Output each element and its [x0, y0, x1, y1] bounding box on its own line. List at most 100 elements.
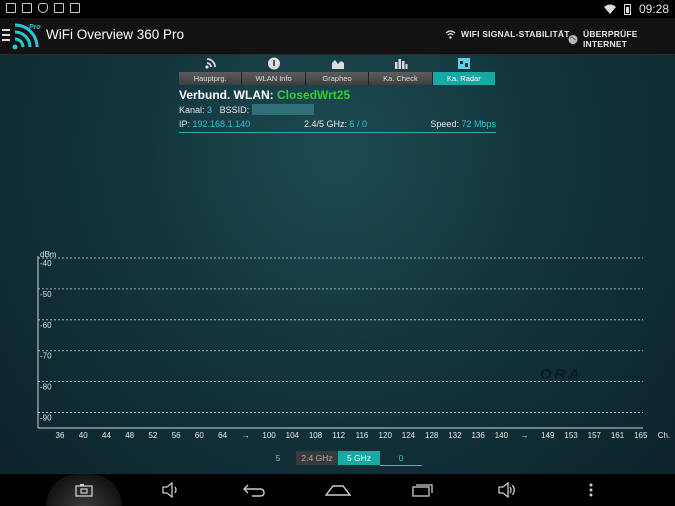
kanal-row: Kanal: 3 BSSID:	[179, 104, 496, 115]
x-tick-label: 40	[79, 431, 88, 440]
tab-hauptprg[interactable]: Hauptprg.	[179, 56, 243, 86]
x-tick-label: 140	[495, 431, 509, 440]
kanal-label: Kanal:	[179, 104, 205, 115]
overflow-menu-icon	[589, 483, 593, 497]
wifi-icon	[445, 29, 456, 39]
tab-label: Ka. Radar	[432, 72, 497, 85]
x-tick-label: 136	[471, 431, 485, 440]
notification-gallery-icon	[54, 3, 64, 13]
x-tick-label: 52	[148, 431, 157, 440]
x-tick-label: 149	[541, 431, 555, 440]
x-tick-label: 104	[286, 431, 300, 440]
navigation-bar	[0, 474, 675, 506]
recents-icon	[412, 484, 433, 497]
x-tick-label: 112	[332, 431, 345, 440]
band-5ghz-button[interactable]: 5 GHz	[338, 451, 380, 465]
wifi-signal-icon	[603, 4, 616, 14]
x-tick-label: 165	[634, 431, 648, 440]
band-24ghz-button[interactable]: 2.4 GHz	[296, 451, 338, 465]
app-title: WiFi Overview 360 Pro	[46, 27, 185, 42]
ip-group: IP: 192.168.1.140	[179, 119, 250, 129]
tab-bar: Hauptprg. WLAN Info Grapheo Ka. Check Ka…	[179, 56, 497, 86]
x-tick-label: 161	[611, 431, 625, 440]
ghz-label: 2.4/5 GHz:	[304, 119, 348, 129]
screenshot-button[interactable]	[46, 474, 122, 506]
wifi-stability-button[interactable]: WIFI SIGNAL-STABILITÄT	[445, 29, 570, 39]
channel-radar-chart: dBm -40 -50 -60 -70 -80 -90 36 40 44 48 52 56 60 64 → 10…	[0, 248, 675, 444]
notification-shield-icon	[38, 3, 48, 13]
back-button[interactable]	[229, 474, 279, 506]
x-tick-label: 120	[379, 431, 393, 440]
connected-wlan: Verbund. WLAN: ClosedWrt25	[179, 88, 496, 102]
y-tick-label: -40	[40, 259, 52, 268]
x-tick-label: 36	[56, 431, 65, 440]
bssid-redacted	[252, 104, 315, 115]
check-internet-label: ÜBERPRÜFE INTERNET	[582, 29, 638, 49]
x-tick-arrow: →	[242, 431, 250, 440]
band-count-left: 5	[275, 453, 281, 463]
x-tick-label: 60	[195, 431, 204, 440]
tab-label: WLAN Info	[242, 72, 306, 85]
ghz-group: 2.4/5 GHz: 6 / 0	[304, 119, 367, 129]
logo-badge: Pro	[29, 24, 41, 31]
tab-label: Hauptprg.	[179, 72, 243, 85]
x-tick-label: 153	[564, 431, 578, 440]
kanal-value: 3	[207, 104, 213, 115]
wlan-info-panel: Verbund. WLAN: ClosedWrt25 Kanal: 3 BSSI…	[179, 88, 496, 132]
camera-icon	[75, 484, 93, 497]
speed-value: 72 Mbps	[461, 119, 496, 129]
tab-ka-check[interactable]: Ka. Check	[369, 56, 433, 86]
ip-row: IP: 192.168.1.140 2.4/5 GHz: 6 / 0 Speed…	[179, 119, 496, 132]
notification-image-icon	[6, 3, 16, 13]
x-tick-arrow: →	[521, 431, 529, 440]
x-tick-label: 100	[262, 431, 276, 440]
wifi-icon	[205, 58, 216, 69]
info-divider	[179, 132, 496, 133]
tab-label: Ka. Check	[369, 72, 433, 85]
y-tick-label: -50	[40, 290, 52, 299]
check-internet-button[interactable]: ÜBERPRÜFE INTERNET	[568, 29, 675, 49]
x-tick-label: 56	[172, 431, 181, 440]
app-logo-icon[interactable]: Pro	[12, 20, 42, 50]
home-icon	[325, 485, 351, 496]
x-tick-label: 108	[309, 431, 323, 440]
status-time: 09:28	[638, 2, 669, 16]
notification-bag-icon	[70, 3, 80, 13]
y-tick-label: -70	[40, 352, 52, 361]
drawer-menu-icon[interactable]	[2, 29, 10, 41]
bars-icon	[394, 59, 408, 69]
speed-label: Speed:	[430, 119, 459, 129]
battery-icon	[623, 3, 631, 15]
tab-wlan-info[interactable]: WLAN Info	[242, 56, 306, 86]
radar-icon	[458, 58, 471, 69]
notification-icons	[6, 3, 80, 13]
y-tick-label: -80	[40, 383, 52, 392]
info-icon	[268, 57, 281, 70]
x-tick-label: 128	[425, 431, 439, 440]
action-bar: Pro WiFi Overview 360 Pro WIFI SIGNAL-ST…	[0, 18, 675, 55]
tab-label: Grapheo	[305, 72, 370, 85]
volume-down-button[interactable]	[145, 474, 195, 506]
back-icon	[243, 484, 265, 497]
x-tick-label: 48	[125, 431, 134, 440]
ssid-value: ClosedWrt25	[277, 88, 351, 102]
notification-file-icon	[22, 3, 32, 13]
more-options-button[interactable]	[566, 474, 616, 506]
x-tick-label: 44	[102, 431, 111, 440]
speed-group: Speed: 72 Mbps	[430, 119, 496, 129]
volume-up-button[interactable]	[482, 474, 532, 506]
ip-value: 192.168.1.140	[192, 119, 251, 129]
x-tick-label: Ch.	[658, 431, 670, 440]
x-tick-label: 116	[356, 431, 369, 440]
volume-up-icon	[498, 482, 515, 498]
x-tick-label: 124	[402, 431, 416, 440]
tab-ka-radar[interactable]: Ka. Radar	[432, 56, 497, 86]
bssid-label: BSSID:	[219, 104, 250, 115]
watermark: ORA	[540, 366, 583, 383]
tab-grapheo[interactable]: Grapheo	[305, 56, 370, 86]
recents-button[interactable]	[398, 474, 448, 506]
home-button[interactable]	[313, 474, 363, 506]
connected-label: Verbund. WLAN:	[179, 88, 274, 102]
band-selector: 5 2.4 GHz 5 GHz 0	[260, 451, 422, 466]
status-bar: 09:28	[0, 0, 675, 18]
